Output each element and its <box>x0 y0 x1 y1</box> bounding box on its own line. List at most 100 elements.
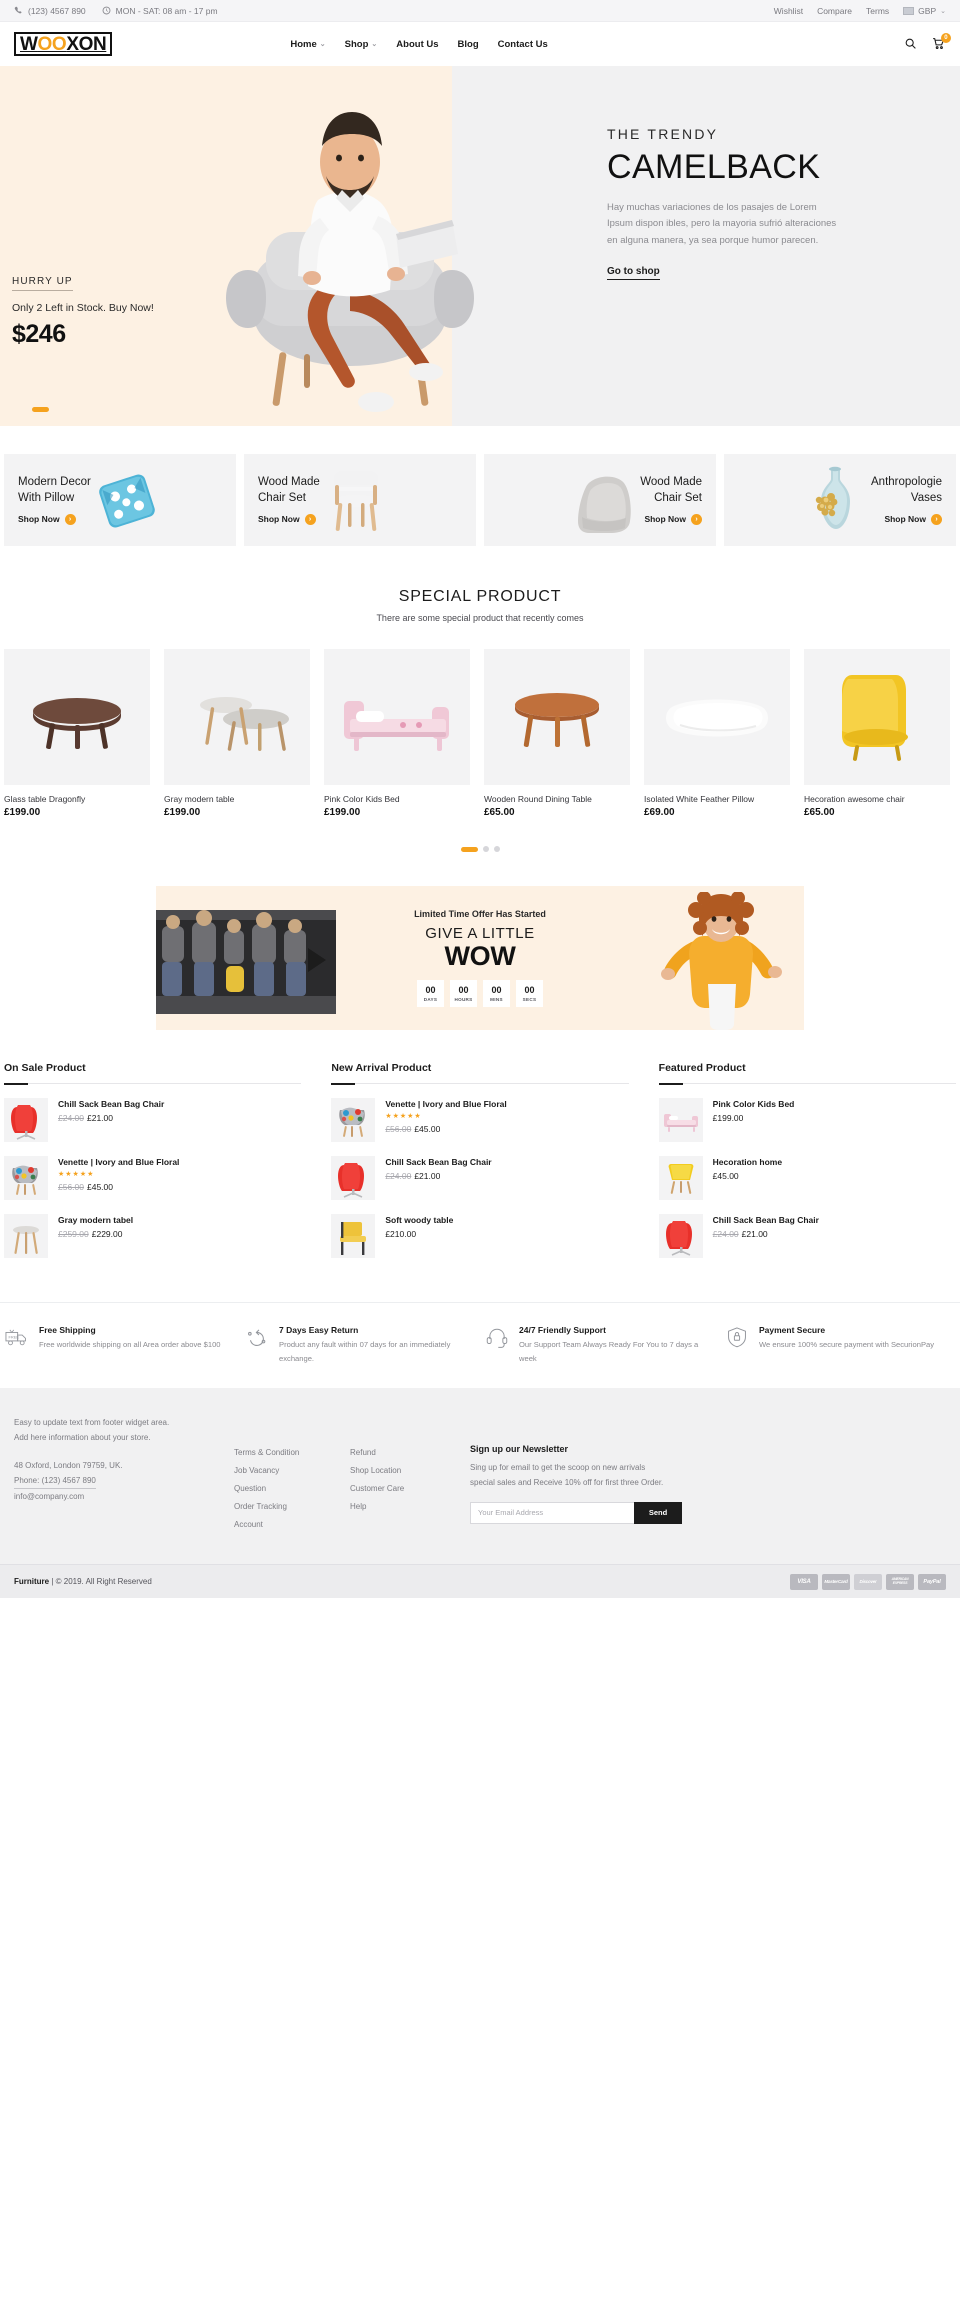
list-item[interactable]: Pink Color Kids Bed £199.00 <box>658 1098 956 1142</box>
shop-now-label: Shop Now <box>644 514 686 525</box>
service-desc: Our Support Team Always Ready For You to… <box>519 1340 699 1364</box>
carousel-dot-3[interactable] <box>493 846 500 852</box>
category-card-modern-decor[interactable]: Modern Decor With Pillow Shop Now › <box>4 454 236 546</box>
floral-chair-image <box>12 1165 38 1195</box>
nav-item-about-us[interactable]: About Us <box>396 39 438 50</box>
title-underline <box>658 1082 956 1085</box>
category-text: Anthropologie Vases Shop Now › <box>871 475 942 525</box>
footer-link-shop-location[interactable]: Shop Location <box>350 1466 466 1475</box>
list-item[interactable]: Chill Sack Bean Bag Chair £24.00 £21.00 <box>4 1098 301 1142</box>
hero-hurry-label: HURRY UP <box>12 276 73 291</box>
site-header: WOOXON Home ⌄ Shop ⌄ About Us Blog Contact… <box>0 22 960 66</box>
category-shop-now[interactable]: Shop Now › <box>18 513 91 525</box>
current-price: £229.00 <box>91 1229 123 1239</box>
category-card-anthropologie-vases[interactable]: Anthropologie Vases Shop Now › <box>724 454 956 546</box>
topbar-link-wishlist[interactable]: Wishlist <box>774 6 803 16</box>
carousel-dot-2[interactable] <box>482 846 489 852</box>
countdown-secs: 00 SECS <box>516 980 543 1008</box>
list-item-price: £24.00 £21.00 <box>713 1229 819 1239</box>
service-title: 24/7 Friendly Support <box>519 1325 606 1335</box>
hero-slider-dots[interactable] <box>32 407 49 412</box>
product-price: £199.00 <box>4 807 41 818</box>
hero-promo: HURRY UP Only 2 Left in Stock. Buy Now! … <box>12 271 154 349</box>
white-pillow-image <box>666 699 768 737</box>
site-logo[interactable]: WOOXON <box>14 31 113 57</box>
category-card-wood-chair-set-2[interactable]: Wood Made Chair Set Shop Now › <box>484 454 716 546</box>
topbar-link-terms[interactable]: Terms <box>866 6 889 16</box>
search-icon[interactable] <box>904 37 918 51</box>
wow-line-1: GIVE A LITTLE <box>425 924 535 942</box>
nav-item-shop[interactable]: Shop ⌄ <box>345 39 378 50</box>
currency-selector[interactable]: GBP ⌄ <box>903 6 946 16</box>
list-item-body: Chill Sack Bean Bag Chair £24.00 £21.00 <box>713 1214 819 1258</box>
category-text: Wood Made Chair Set Shop Now › <box>640 475 702 525</box>
product-card[interactable]: Hecoration awesome chair £65.00 <box>804 649 950 818</box>
nav-item-blog[interactable]: Blog <box>458 39 479 50</box>
hero-dot-1[interactable] <box>32 407 49 412</box>
product-card[interactable]: Glass table Dragonfly £199.00 <box>4 649 150 818</box>
category-card-wood-chair-set[interactable]: Wood Made Chair Set Shop Now › <box>244 454 476 546</box>
list-item[interactable]: Gray modern tabel £259.00 £229.00 <box>4 1214 301 1258</box>
list-item[interactable]: Hecoration home £45.00 <box>658 1156 956 1200</box>
service-easy-return: 7 Days Easy Return Product any fault wit… <box>244 1325 476 1366</box>
footer-link-customer-care[interactable]: Customer Care <box>350 1484 466 1493</box>
nav-item-contact-us[interactable]: Contact Us <box>498 39 548 50</box>
category-shop-now[interactable]: Shop Now › <box>871 513 942 525</box>
product-card[interactable]: Pink Color Kids Bed £199.00 <box>324 649 470 818</box>
hero-cta-button[interactable]: Go to shop <box>607 266 660 280</box>
footer-about: Easy to update text from footer widget a… <box>14 1416 234 1538</box>
list-item-price: £199.00 <box>713 1113 795 1123</box>
list-item[interactable]: Venette | Ivory and Blue Floral ★★★★★ £5… <box>4 1156 301 1200</box>
hero-price: $246 <box>12 320 66 348</box>
service-text: 24/7 Friendly Support Our Support Team A… <box>519 1325 716 1366</box>
category-title: Modern Decor With Pillow <box>18 476 91 504</box>
service-friendly-support: 24/7 Friendly Support Our Support Team A… <box>484 1325 716 1366</box>
arrow-right-icon: › <box>304 513 316 525</box>
product-name: Glass table Dragonfly <box>4 794 86 804</box>
footer-phone[interactable]: Phone: (123) 4567 890 <box>14 1473 96 1490</box>
gray-nest-table-image <box>200 697 289 751</box>
product-card[interactable]: Gray modern table £199.00 <box>164 649 310 818</box>
product-card[interactable]: Isolated White Feather Pillow £69.00 <box>644 649 790 818</box>
hero-description: Hay muchas variaciones de los pasajes de… <box>607 201 837 246</box>
footer-link-terms-condition[interactable]: Terms & Condition <box>234 1448 350 1457</box>
copyright-rest: | © 2019. All Right Reserved <box>51 1577 152 1587</box>
countdown-days: 00 DAYS <box>417 980 444 1008</box>
footer-link-account[interactable]: Account <box>234 1520 350 1529</box>
old-price: £24.00 <box>385 1171 412 1181</box>
red-egg-chair-image <box>338 1163 365 1198</box>
list-item[interactable]: Chill Sack Bean Bag Chair £24.00 £21.00 <box>331 1156 628 1200</box>
headset-icon <box>484 1325 510 1349</box>
topbar-link-compare[interactable]: Compare <box>817 6 852 16</box>
list-item-thumbnail <box>331 1098 376 1142</box>
wow-line-2: WOW <box>444 940 516 971</box>
list-title: Featured Product <box>658 1062 746 1074</box>
mastercard-icon: MasterCard <box>822 1573 850 1590</box>
old-price: £56.00 <box>385 1124 412 1134</box>
footer-email[interactable]: info@company.com <box>14 1489 234 1504</box>
product-price: £65.00 <box>484 807 515 818</box>
nav-item-home[interactable]: Home ⌄ <box>290 39 325 50</box>
footer-link-job-vacancy[interactable]: Job Vacancy <box>234 1466 350 1475</box>
category-shop-now[interactable]: Shop Now › <box>258 513 320 525</box>
list-item[interactable]: Chill Sack Bean Bag Chair £24.00 £21.00 <box>658 1214 956 1258</box>
product-price: £199.00 <box>324 807 361 818</box>
footer-link-question[interactable]: Question <box>234 1484 350 1493</box>
carousel-dot-1[interactable] <box>460 846 478 852</box>
footer-link-order-tracking[interactable]: Order Tracking <box>234 1502 350 1511</box>
gray-stool-table-image <box>13 1226 39 1254</box>
service-payment-secure: Payment Secure We ensure 100% secure pay… <box>724 1325 956 1366</box>
footer-link-refund[interactable]: Refund <box>350 1448 466 1457</box>
email-input[interactable] <box>470 1501 634 1524</box>
category-shop-now[interactable]: Shop Now › <box>640 513 702 525</box>
cart-icon[interactable]: 0 <box>932 33 951 51</box>
footer-link-help[interactable]: Help <box>350 1502 466 1511</box>
list-item-body: Chill Sack Bean Bag Chair £24.00 £21.00 <box>385 1156 491 1200</box>
hero-product-image <box>226 112 474 412</box>
product-card[interactable]: Wooden Round Dining Table £65.00 <box>484 649 630 818</box>
list-item[interactable]: Venette | Ivory and Blue Floral ★★★★★ £5… <box>331 1098 628 1142</box>
list-item[interactable]: Soft woody table £210.00 <box>331 1214 628 1258</box>
newsletter-send-button[interactable]: Send <box>634 1501 682 1524</box>
product-thumbnail <box>644 649 790 785</box>
wooden-dining-table-image <box>515 693 599 747</box>
